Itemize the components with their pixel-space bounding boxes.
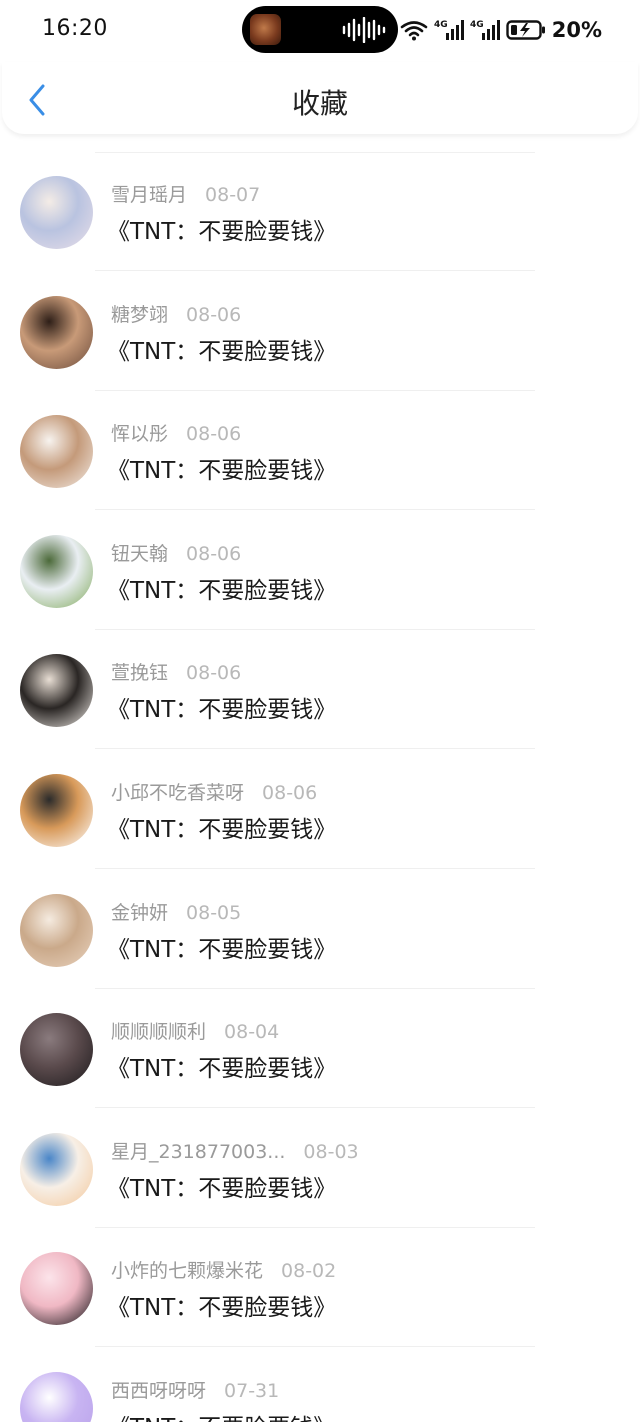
list-item[interactable]: 顺顺顺顺利 08-04 《TNT：不要脸要钱》 — [0, 987, 640, 1109]
item-date: 08-06 — [186, 303, 242, 326]
avatar[interactable] — [20, 1013, 93, 1087]
user-name[interactable]: 钮天翰 — [111, 543, 168, 565]
status-icons: 4G 4G 20% — [400, 15, 602, 45]
avatar[interactable] — [20, 654, 93, 728]
list-item[interactable]: 糖梦翊 08-06 《TNT：不要脸要钱》 — [0, 270, 640, 391]
item-meta: 金钟妍 08-05 — [111, 898, 241, 925]
avatar[interactable] — [20, 893, 93, 967]
item-content[interactable]: 《TNT：不要脸要钱》 — [107, 1408, 336, 1422]
svg-text:4G: 4G — [470, 20, 484, 30]
item-meta: 恽以彤 08-06 — [111, 419, 241, 446]
item-content[interactable]: 《TNT：不要脸要钱》 — [107, 1169, 336, 1203]
list-item[interactable]: 钮天翰 08-06 《TNT：不要脸要钱》 — [0, 509, 640, 630]
user-name[interactable]: 西西呀呀呀 — [111, 1380, 206, 1402]
item-date: 08-06 — [186, 423, 242, 446]
wifi-icon — [400, 21, 428, 41]
item-date: 08-02 — [281, 1260, 337, 1283]
user-name[interactable]: 雪月瑶月 — [111, 184, 187, 206]
user-name[interactable]: 小炸的七颗爆米花 — [111, 1260, 263, 1282]
svg-text:4G: 4G — [434, 20, 448, 30]
dynamic-island[interactable] — [242, 6, 398, 53]
user-name[interactable]: 星月_231877003... — [111, 1141, 285, 1163]
item-meta: 顺顺顺顺利 08-04 — [111, 1017, 279, 1044]
item-date: 08-04 — [224, 1021, 280, 1044]
user-name[interactable]: 恽以彤 — [111, 423, 168, 445]
list-item[interactable]: 萱挽钰 08-06 《TNT：不要脸要钱》 — [0, 628, 640, 750]
list-item[interactable]: 金钟妍 08-05 《TNT：不要脸要钱》 — [0, 868, 640, 989]
item-meta: 西西呀呀呀 07-31 — [111, 1376, 279, 1403]
list-item[interactable]: 小邱不吃香菜呀 08-06 《TNT：不要脸要钱》 — [0, 748, 640, 869]
battery-percent: 20% — [551, 18, 602, 42]
item-meta: 钮天翰 08-06 — [111, 539, 241, 566]
user-name[interactable]: 金钟妍 — [111, 902, 168, 924]
item-date: 07-31 — [224, 1380, 280, 1402]
item-meta: 小炸的七颗爆米花 08-02 — [111, 1256, 336, 1283]
item-content[interactable]: 《TNT：不要脸要钱》 — [107, 451, 336, 485]
list-item[interactable]: 恽以彤 08-06 《TNT：不要脸要钱》 — [0, 389, 640, 511]
item-content[interactable]: 《TNT：不要脸要钱》 — [107, 690, 336, 724]
user-name[interactable]: 顺顺顺顺利 — [111, 1021, 206, 1043]
page-title: 收藏 — [291, 87, 348, 120]
avatar[interactable] — [20, 415, 93, 489]
item-date: 08-07 — [205, 184, 261, 206]
avatar[interactable] — [20, 1252, 93, 1326]
avatar[interactable] — [20, 534, 93, 608]
item-content[interactable]: 《TNT：不要脸要钱》 — [107, 1288, 336, 1322]
item-content[interactable]: 《TNT：不要脸要钱》 — [107, 1049, 336, 1083]
header-bar: 收藏 — [2, 62, 638, 134]
item-date: 08-06 — [262, 782, 318, 804]
4g-signal-icon: 4G — [470, 20, 500, 40]
list-item[interactable]: 星月_231877003... 08-03 《TNT：不要脸要钱》 — [0, 1107, 640, 1228]
battery-charging-icon — [506, 20, 545, 40]
audio-waveform-icon — [342, 17, 386, 43]
item-content[interactable]: 《TNT：不要脸要钱》 — [107, 571, 336, 605]
status-bar: 16:20 4G 4G 20% — [0, 0, 640, 60]
avatar[interactable] — [20, 176, 93, 249]
status-time: 16:20 — [42, 16, 108, 41]
item-meta: 小邱不吃香菜呀 08-06 — [111, 778, 317, 805]
item-date: 08-06 — [186, 662, 242, 685]
item-meta: 星月_231877003... 08-03 — [111, 1137, 359, 1164]
avatar[interactable] — [20, 1372, 93, 1422]
item-content[interactable]: 《TNT：不要脸要钱》 — [107, 930, 336, 964]
list-item[interactable]: 西西呀呀呀 07-31 《TNT：不要脸要钱》 — [0, 1346, 640, 1422]
music-app-icon[interactable] — [250, 14, 281, 45]
avatar[interactable] — [20, 295, 93, 369]
item-content[interactable]: 《TNT：不要脸要钱》 — [107, 212, 336, 246]
item-meta: 雪月瑶月 08-07 — [111, 180, 260, 207]
avatar[interactable] — [20, 1132, 93, 1206]
item-date: 08-05 — [186, 901, 242, 924]
item-meta: 萱挽钰 08-06 — [111, 658, 241, 685]
item-content[interactable]: 《TNT：不要脸要钱》 — [107, 332, 336, 366]
item-content[interactable]: 《TNT：不要脸要钱》 — [107, 810, 336, 844]
avatar[interactable] — [20, 774, 93, 847]
item-meta: 糖梦翊 08-06 — [111, 300, 241, 327]
item-date: 08-03 — [303, 1140, 359, 1163]
list-item[interactable]: 雪月瑶月 08-07 《TNT：不要脸要钱》 — [0, 150, 640, 271]
user-name[interactable]: 萱挽钰 — [111, 662, 168, 684]
user-name[interactable]: 小邱不吃香菜呀 — [111, 782, 244, 804]
4g-signal-icon: 4G — [434, 20, 464, 40]
item-date: 08-06 — [186, 542, 242, 565]
list-item[interactable]: 小炸的七颗爆米花 08-02 《TNT：不要脸要钱》 — [0, 1226, 640, 1348]
user-name[interactable]: 糖梦翊 — [111, 304, 168, 326]
